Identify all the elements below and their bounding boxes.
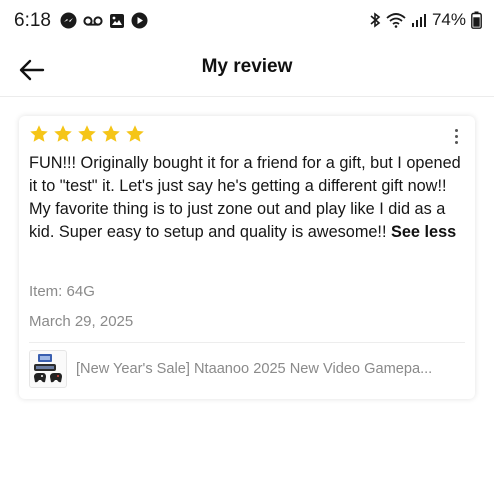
notification-icons: [60, 12, 148, 29]
status-time: 6:18: [14, 10, 51, 31]
star-icon: [78, 125, 96, 142]
signal-icon: [411, 13, 426, 27]
bluetooth-icon: [370, 12, 381, 28]
star-icon: [30, 125, 48, 142]
status-bar: 6:18 74%: [0, 0, 494, 44]
divider: [29, 342, 465, 343]
product-link[interactable]: [New Year's Sale] Ntaanoo 2025 New Video…: [29, 350, 465, 388]
battery-icon: [471, 11, 482, 29]
battery-percent: 74%: [431, 10, 466, 29]
star-icon: [54, 125, 72, 142]
product-title: [New Year's Sale] Ntaanoo 2025 New Video…: [76, 361, 433, 377]
see-less-link[interactable]: See less: [391, 223, 456, 241]
gamepad-product-image: [34, 354, 62, 383]
page-title: My review: [201, 56, 293, 77]
media-icon: [131, 12, 148, 29]
item-variant: Item: 64G: [29, 283, 95, 300]
star-icon: [102, 125, 120, 142]
wifi-icon: [386, 13, 406, 28]
star-rating: [29, 124, 145, 144]
review-card: FUN!!! Originally bought it for a friend…: [19, 116, 475, 399]
more-vertical-icon: [454, 128, 458, 132]
status-right: 74%: [369, 10, 482, 30]
voicemail-icon: [83, 15, 103, 26]
product-thumbnail: [29, 350, 67, 388]
messenger-icon: [60, 12, 77, 29]
review-date: March 29, 2025: [29, 313, 134, 330]
review-text: FUN!!! Originally bought it for a friend…: [29, 152, 465, 244]
gallery-icon: [110, 13, 124, 28]
more-options-button[interactable]: [447, 124, 465, 148]
header: My review: [0, 44, 494, 97]
star-icon: [126, 125, 144, 142]
